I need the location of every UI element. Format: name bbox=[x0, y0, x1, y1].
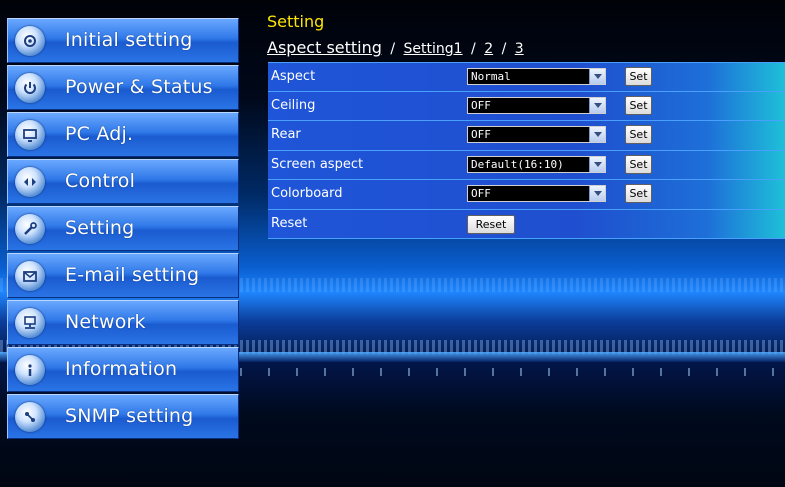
select-value: OFF bbox=[471, 98, 491, 112]
sidebar-item-setting[interactable]: Setting bbox=[7, 206, 239, 251]
breadcrumb-link-setting1[interactable]: Setting1 bbox=[404, 41, 463, 57]
background-ticks bbox=[240, 368, 785, 376]
breadcrumb-separator: / bbox=[501, 41, 507, 57]
breadcrumb-link-3[interactable]: 3 bbox=[515, 41, 524, 57]
chevron-down-icon bbox=[589, 127, 605, 142]
sidebar-item-email-setting[interactable]: E-mail setting bbox=[7, 253, 239, 298]
information-icon bbox=[15, 355, 45, 385]
rear-select[interactable]: OFF bbox=[467, 126, 606, 143]
breadcrumb-separator: / bbox=[471, 41, 476, 57]
sidebar-item-snmp-setting[interactable]: SNMP setting bbox=[7, 394, 239, 439]
initial-setting-icon bbox=[15, 26, 45, 56]
sidebar-item-pc-adj[interactable]: PC Adj. bbox=[7, 112, 239, 157]
row-label: Colorboard bbox=[271, 186, 343, 201]
chevron-down-icon bbox=[589, 156, 605, 172]
network-icon bbox=[15, 308, 45, 338]
sidebar-item-label: Information bbox=[65, 358, 178, 380]
sidebar-item-label: Power & Status bbox=[65, 76, 213, 98]
sidebar-item-label: PC Adj. bbox=[65, 123, 134, 145]
snmp-icon bbox=[15, 402, 45, 432]
table-row-aspect: Aspect Normal Set bbox=[268, 62, 785, 92]
email-icon bbox=[15, 261, 45, 291]
pc-adjust-icon bbox=[15, 120, 45, 150]
page-title: Setting bbox=[267, 12, 325, 31]
sidebar-item-control[interactable]: Control bbox=[7, 159, 239, 204]
chevron-down-icon bbox=[589, 69, 605, 84]
table-row-screen-aspect: Screen aspect Default(16:10) Set bbox=[268, 150, 785, 180]
chevron-down-icon bbox=[589, 97, 605, 113]
aspect-select[interactable]: Normal bbox=[467, 68, 606, 85]
sidebar-item-label: SNMP setting bbox=[65, 405, 194, 427]
colorboard-set-button[interactable]: Set bbox=[625, 184, 652, 203]
select-value: Default(16:10) bbox=[471, 157, 564, 171]
chevron-down-icon bbox=[589, 186, 605, 201]
sidebar-item-information[interactable]: Information bbox=[7, 347, 239, 392]
rear-set-button[interactable]: Set bbox=[625, 125, 652, 144]
row-label: Reset bbox=[271, 215, 308, 231]
screen-aspect-set-button[interactable]: Set bbox=[625, 154, 652, 174]
row-label: Ceiling bbox=[271, 97, 316, 113]
breadcrumb-separator: / bbox=[390, 41, 396, 57]
table-row-ceiling: Ceiling OFF Set bbox=[268, 91, 785, 121]
sidebar-item-initial-setting[interactable]: Initial setting bbox=[7, 18, 239, 63]
row-label: Aspect bbox=[271, 69, 316, 84]
table-row-reset: Reset Reset bbox=[268, 209, 785, 239]
breadcrumb: Aspect setting / Setting1 / 2 / 3 bbox=[267, 38, 524, 57]
control-icon bbox=[15, 167, 45, 197]
table-row-rear: Rear OFF Set bbox=[268, 121, 785, 151]
table-row-colorboard: Colorboard OFF Set bbox=[268, 180, 785, 210]
sidebar-item-label: E-mail setting bbox=[65, 264, 200, 286]
settings-table: Aspect Normal Set Ceiling OFF Set Rear O… bbox=[268, 62, 785, 239]
sidebar-item-network[interactable]: Network bbox=[7, 300, 239, 345]
sidebar-item-label: Initial setting bbox=[65, 29, 193, 51]
sidebar-item-label: Setting bbox=[65, 217, 135, 239]
ceiling-set-button[interactable]: Set bbox=[625, 95, 652, 115]
breadcrumb-link-2[interactable]: 2 bbox=[484, 41, 493, 57]
breadcrumb-current: Aspect setting bbox=[267, 38, 382, 57]
sidebar-item-power-status[interactable]: Power & Status bbox=[7, 65, 239, 110]
row-label: Rear bbox=[271, 127, 301, 142]
ceiling-select[interactable]: OFF bbox=[467, 96, 606, 114]
screen-aspect-select[interactable]: Default(16:10) bbox=[467, 155, 606, 173]
sidebar-item-label: Network bbox=[65, 311, 146, 333]
sidebar: Initial setting Power & Status PC Adj. C… bbox=[7, 18, 239, 441]
power-status-icon bbox=[15, 73, 45, 103]
select-value: Normal bbox=[471, 70, 511, 83]
row-label: Screen aspect bbox=[271, 156, 364, 172]
reset-button[interactable]: Reset bbox=[467, 214, 515, 234]
colorboard-select[interactable]: OFF bbox=[467, 185, 606, 202]
aspect-set-button[interactable]: Set bbox=[625, 67, 652, 86]
setting-icon bbox=[15, 214, 45, 244]
select-value: OFF bbox=[471, 187, 491, 200]
sidebar-item-label: Control bbox=[65, 170, 136, 192]
select-value: OFF bbox=[471, 128, 491, 141]
